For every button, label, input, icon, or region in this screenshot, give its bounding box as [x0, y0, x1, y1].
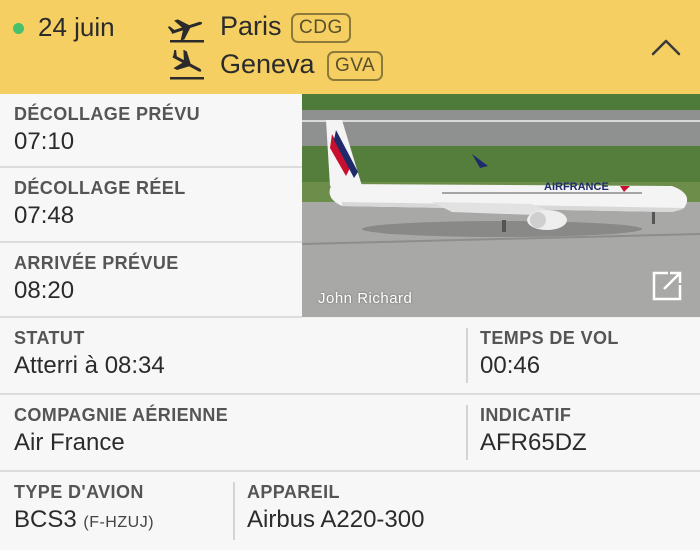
- departure-code-badge: CDG: [291, 13, 351, 43]
- divider: [466, 405, 468, 460]
- scheduled-arrival-value: 08:20: [14, 277, 75, 304]
- airline-row: COMPAGNIE AÉRIENNE Air France INDICATIF …: [0, 395, 700, 472]
- departure-city: Paris: [220, 11, 282, 41]
- status-row: STATUT Atterri à 08:34 TEMPS DE VOL 00:4…: [0, 318, 700, 395]
- aircraft-photo-image: AIRFRANCE: [302, 94, 700, 317]
- status-dot-icon: [13, 23, 24, 34]
- scheduled-arrival-label: ARRIVÉE PRÉVUE: [14, 253, 179, 273]
- livery-text: AIRFRANCE: [544, 181, 609, 193]
- aircraft-type-label: TYPE D'AVION: [14, 482, 144, 502]
- divider: [233, 482, 235, 540]
- aircraft-label: APPAREIL: [247, 482, 340, 502]
- external-link-icon[interactable]: [650, 269, 684, 303]
- landing-plane-icon: [168, 50, 206, 80]
- chevron-up-icon[interactable]: [648, 34, 684, 60]
- actual-takeoff-cell: DÉCOLLAGE RÉEL 07:48: [0, 168, 302, 243]
- arrival-city: Geneva: [220, 49, 315, 79]
- callsign-value: AFR65DZ: [480, 429, 587, 456]
- flight-header[interactable]: 24 juin Paris CDG Geneva GVA: [0, 0, 700, 94]
- aircraft-type-value: BCS3 (F-HZUJ): [14, 506, 154, 534]
- flight-time-value: 00:46: [480, 352, 541, 379]
- actual-takeoff-value: 07:48: [14, 202, 75, 229]
- aircraft-value: Airbus A220-300: [247, 506, 425, 533]
- status-value: Atterri à 08:34: [14, 352, 165, 379]
- aircraft-photo[interactable]: AIRFRANCE John Richard: [302, 94, 700, 317]
- takeoff-plane-icon: [168, 13, 206, 43]
- scheduled-takeoff-value: 07:10: [14, 128, 75, 155]
- flight-date: 24 juin: [38, 12, 115, 42]
- divider: [466, 328, 468, 383]
- flight-time-label: TEMPS DE VOL: [480, 328, 619, 348]
- scheduled-takeoff-label: DÉCOLLAGE PRÉVU: [14, 104, 201, 124]
- callsign-label: INDICATIF: [480, 405, 572, 425]
- photo-credit: John Richard: [318, 290, 413, 307]
- arrival-code-badge: GVA: [327, 51, 384, 81]
- scheduled-arrival-cell: ARRIVÉE PRÉVUE 08:20: [0, 243, 302, 318]
- scheduled-takeoff-cell: DÉCOLLAGE PRÉVU 07:10: [0, 94, 302, 168]
- aircraft-registration: (F-HZUJ): [83, 514, 155, 531]
- aircraft-type-code: BCS3: [14, 506, 77, 533]
- aircraft-row: TYPE D'AVION BCS3 (F-HZUJ) APPAREIL Airb…: [0, 472, 700, 550]
- actual-takeoff-label: DÉCOLLAGE RÉEL: [14, 178, 186, 198]
- airline-value: Air France: [14, 429, 125, 456]
- airline-label: COMPAGNIE AÉRIENNE: [14, 405, 229, 425]
- status-label: STATUT: [14, 328, 85, 348]
